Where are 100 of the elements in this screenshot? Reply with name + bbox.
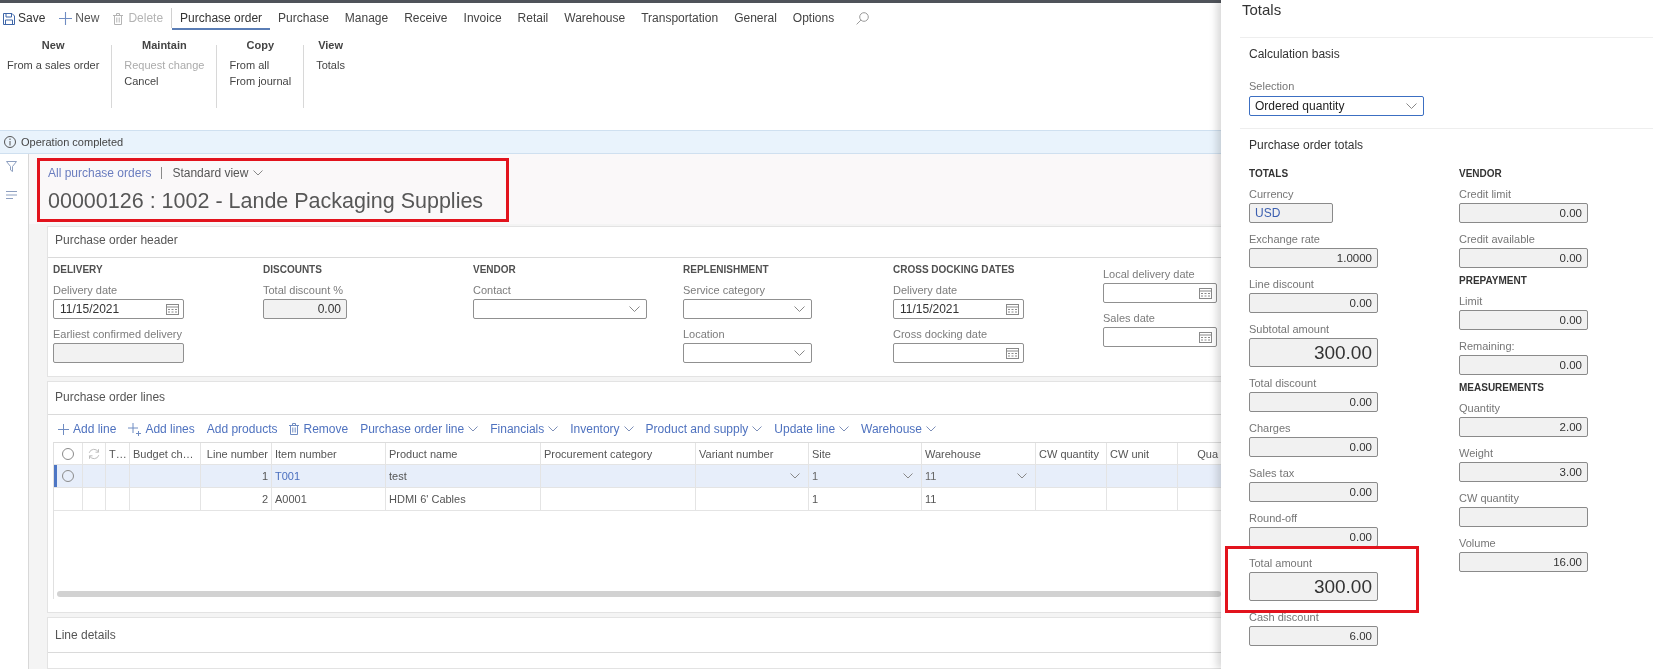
amount-field[interactable]: 6.00 (1249, 626, 1378, 646)
amount-field[interactable]: 0.00 (1459, 203, 1588, 223)
date-field[interactable] (1103, 327, 1217, 347)
card-title[interactable]: Line details (48, 618, 1221, 653)
ribbon-button[interactable]: From journal (229, 73, 292, 89)
toolbar-button[interactable]: Add products (206, 421, 278, 437)
field-label: Sales date (1103, 311, 1155, 325)
amount-field[interactable]: 0.00 (1249, 293, 1378, 313)
field-label: Currency (1249, 187, 1294, 201)
radio-icon[interactable] (62, 470, 74, 482)
search-icon[interactable] (856, 12, 870, 25)
ribbon-button[interactable]: Cancel (124, 73, 159, 89)
table-cell: HDMI 6' Cables (389, 493, 466, 505)
column-header[interactable]: Qua (1178, 443, 1221, 464)
menu-tab[interactable]: Warehouse (556, 9, 634, 30)
amount-field[interactable]: 0.00 (1459, 248, 1588, 268)
amount-field[interactable] (1459, 507, 1588, 527)
menu-button[interactable]: Purchase order line (360, 421, 479, 437)
text-field[interactable] (53, 343, 184, 363)
column-header[interactable]: Product name (386, 443, 541, 464)
field-label: Selection (1249, 79, 1295, 93)
amount-field[interactable]: 0.00 (1249, 437, 1378, 457)
dropdown-field[interactable] (683, 299, 812, 319)
ribbon-button[interactable]: From a sales order (7, 57, 100, 73)
chevron-icon (839, 426, 850, 432)
field-label: Volume (1459, 536, 1496, 550)
card-title[interactable]: Purchase order header (48, 227, 1221, 258)
field-label: Total discount % (263, 283, 344, 297)
dropdown-field[interactable] (473, 299, 647, 319)
menu-button[interactable]: Product and supply (645, 421, 763, 437)
menu-tab[interactable]: Receive (396, 9, 456, 30)
item-link[interactable]: T001 (275, 470, 301, 482)
menu-button[interactable]: Inventory (570, 421, 634, 437)
amount-field[interactable]: 0.00 (1249, 482, 1378, 502)
amount-field[interactable]: 2.00 (1459, 417, 1588, 437)
column-header[interactable]: Site (809, 443, 922, 464)
column-header[interactable]: Line number (201, 443, 272, 464)
amount-field[interactable]: 0.00 (1459, 355, 1588, 375)
currency-field[interactable]: USD (1249, 203, 1333, 223)
toolbar-button[interactable]: Add line (58, 421, 117, 437)
lookup-field[interactable]: 1 (812, 465, 918, 487)
column-header[interactable]: Budget ch… (130, 443, 201, 464)
column-header[interactable]: Item number (272, 443, 386, 464)
menu-tab[interactable]: General (726, 9, 785, 30)
new-button[interactable]: New (59, 9, 100, 28)
refresh-icon[interactable] (88, 447, 100, 460)
menu-tab[interactable]: Retail (509, 9, 557, 30)
number-field[interactable]: 0.00 (263, 299, 347, 319)
scrollbar[interactable] (57, 591, 1221, 597)
chevron-icon (468, 426, 479, 432)
date-field[interactable]: 11/15/2021 (53, 299, 184, 319)
menu-button[interactable]: Update line (774, 421, 850, 437)
view-selector[interactable]: Standard view (172, 166, 264, 180)
card-title[interactable]: Purchase order lines (48, 382, 1221, 415)
filter-icon[interactable] (6, 161, 17, 172)
menu-button[interactable]: Financials (490, 421, 559, 437)
menu-tab[interactable]: Options (784, 9, 843, 30)
lookup-field[interactable]: 11 (925, 465, 1032, 487)
amount-field[interactable]: 16.00 (1459, 552, 1588, 572)
toolbar-button[interactable]: Remove (289, 421, 349, 437)
amount-field[interactable]: 0.00 (1459, 310, 1588, 330)
menu-tab[interactable]: Invoice (455, 9, 510, 30)
menu-tab[interactable]: Purchase order (172, 9, 271, 30)
toolbar-button[interactable]: Add lines (128, 421, 195, 437)
table-row[interactable]: 1 T001 test 1 11 (54, 465, 1221, 488)
group-heading: VENDOR (473, 263, 516, 277)
column-header[interactable]: CW unit (1107, 443, 1178, 464)
date-field[interactable] (893, 343, 1024, 363)
table-cell: 1 (812, 493, 819, 505)
menu-tab[interactable]: Transportation (633, 9, 727, 30)
field-label: Subtotal amount (1249, 322, 1330, 336)
amount-field[interactable]: 3.00 (1459, 462, 1588, 482)
total-field[interactable]: 300.00 (1249, 338, 1378, 367)
date-field[interactable]: 11/15/2021 (893, 299, 1024, 319)
section-title: Calculation basis (1249, 46, 1340, 62)
list-icon[interactable] (6, 191, 17, 199)
selection-dropdown[interactable]: Ordered quantity (1249, 96, 1424, 116)
amount-field[interactable]: 0.00 (1249, 527, 1378, 547)
amount-field[interactable]: 1.0000 (1249, 248, 1378, 268)
menu-button[interactable]: Warehouse (861, 421, 936, 437)
table-row[interactable]: 2 A0001 HDMI 6' Cables 1 11 (54, 488, 1221, 511)
column-header[interactable]: Variant number (696, 443, 809, 464)
breadcrumb-link[interactable]: All purchase orders (48, 166, 152, 180)
menu-tab[interactable]: Purchase (270, 9, 337, 30)
message-text: Operation completed (21, 136, 124, 148)
save-button[interactable]: Save (3, 9, 46, 28)
amount-field[interactable]: 0.00 (1249, 392, 1378, 412)
column-header[interactable]: Procurement category (541, 443, 696, 464)
ribbon-button[interactable]: From all (229, 57, 270, 73)
column-header[interactable]: T… (106, 443, 130, 464)
ribbon-group-title: Copy (245, 38, 276, 53)
dropdown-field[interactable] (683, 343, 812, 363)
total-field[interactable]: 300.00 (1249, 572, 1378, 601)
column-header[interactable]: Warehouse (922, 443, 1036, 464)
column-header[interactable]: CW quantity (1036, 443, 1107, 464)
radio-icon[interactable] (62, 447, 74, 460)
group-heading: REPLENISHMENT (683, 263, 769, 277)
ribbon-button[interactable]: Totals (316, 57, 345, 73)
menu-tab[interactable]: Manage (336, 9, 397, 30)
date-field[interactable] (1103, 283, 1217, 303)
